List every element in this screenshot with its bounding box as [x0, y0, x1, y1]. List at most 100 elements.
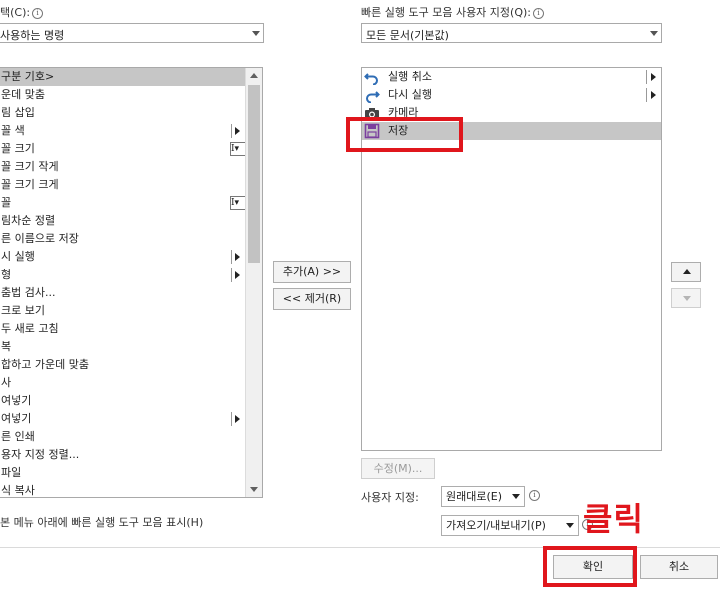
commands-list-scrollbar[interactable]	[245, 68, 262, 497]
add-button[interactable]: 추가(A) >>	[273, 261, 351, 283]
redo-icon	[364, 87, 380, 105]
command-label: 시 실행	[1, 250, 35, 263]
highlight-box-ok	[543, 546, 637, 587]
move-down-button[interactable]	[671, 288, 701, 308]
command-list-item[interactable]: 식 복사	[0, 482, 246, 497]
customize-toolbar-text: 빠른 실행 도구 모음 사용자 지정(Q):	[361, 6, 531, 19]
command-list-item[interactable]: 합하고 가운데 맞춤	[0, 356, 246, 374]
text-picker-icon: I▾	[230, 196, 246, 210]
command-list-item[interactable]: 크로 보기	[0, 302, 246, 320]
undo-icon	[364, 69, 380, 87]
chevron-right-icon	[235, 415, 240, 423]
customize-scope-value: 모든 문서(기본값)	[366, 29, 449, 42]
command-list-item[interactable]: 림 삽입	[0, 104, 246, 122]
command-list-item[interactable]: 운데 맞춤	[0, 86, 246, 104]
command-list-item[interactable]: 파일	[0, 464, 246, 482]
scroll-up-button[interactable]	[246, 68, 262, 84]
highlight-box-save	[346, 117, 463, 152]
submenu-divider	[231, 124, 232, 138]
command-label: 른 이름으로 저장	[1, 232, 79, 245]
customize-scope-dropdown[interactable]: 모든 문서(기본값)	[361, 23, 662, 43]
command-label: 꼴 크기	[1, 142, 35, 155]
command-list-item[interactable]: 사	[0, 374, 246, 392]
command-label: 복	[1, 340, 12, 353]
scroll-thumb[interactable]	[248, 85, 260, 263]
chevron-right-icon	[651, 91, 656, 99]
command-list-item[interactable]: 시 실행	[0, 248, 246, 266]
submenu-divider	[646, 88, 647, 102]
info-icon: i	[32, 8, 44, 19]
available-commands-list[interactable]: 구분 기호> 운데 맞춤림 삽입꼴 색꼴 크기 I▾ 꼴 크기 작게꼴 크기 크게꼴 I…	[0, 67, 263, 498]
submenu-divider	[231, 268, 232, 282]
choose-commands-text: 택(C):	[0, 6, 31, 19]
command-label: 운데 맞춤	[1, 88, 45, 101]
command-list-item[interactable]: 꼴 크기 크게	[0, 176, 246, 194]
command-label: 꼴	[1, 196, 12, 209]
chevron-right-icon	[235, 271, 240, 279]
move-up-button[interactable]	[671, 262, 701, 282]
show-below-ribbon-label[interactable]: 본 메뉴 아래에 빠른 실행 도구 모음 표시(H)	[0, 514, 203, 530]
command-label: 여넣기	[1, 394, 32, 407]
command-label: 림차순 정렬	[1, 214, 56, 227]
scroll-down-button[interactable]	[246, 481, 262, 497]
cancel-button[interactable]: 취소	[640, 555, 718, 579]
text-picker-icon: I▾	[230, 142, 246, 156]
submenu-divider	[231, 250, 232, 264]
modify-button[interactable]: 수정(M)...	[361, 458, 435, 479]
arrow-down-icon	[683, 296, 691, 301]
arrow-up-icon	[683, 269, 691, 274]
command-label: 용자 지정 정렬...	[1, 448, 80, 461]
command-list-item[interactable]: 여넣기	[0, 392, 246, 410]
command-list-item[interactable]: 꼴 크기 I▾	[0, 140, 246, 158]
toolbar-list-item[interactable]: 다시 실행	[362, 86, 661, 104]
command-list-item[interactable]: 복	[0, 338, 246, 356]
toolbar-list-item[interactable]: 실행 취소	[362, 68, 661, 86]
command-label: 꼴 크기 작게	[1, 160, 59, 173]
command-list-item[interactable]: 여넣기	[0, 410, 246, 428]
remove-button[interactable]: << 제거(R)	[273, 288, 351, 310]
toolbar-item-label: 실행 취소	[388, 70, 432, 83]
command-label: 식 복사	[1, 484, 35, 497]
submenu-divider	[646, 70, 647, 84]
command-label: 파일	[1, 466, 22, 479]
command-list-item[interactable]: 용자 지정 정렬...	[0, 446, 246, 464]
command-label: 사	[1, 376, 12, 389]
submenu-divider	[231, 412, 232, 426]
command-list-item[interactable]: 꼴 크기 작게	[0, 158, 246, 176]
user-custom-label: 사용자 지정:	[361, 491, 419, 504]
toolbar-item-label: 다시 실행	[388, 88, 432, 101]
command-list-item[interactable]: 른 이름으로 저장	[0, 230, 246, 248]
customize-toolbar-label: 빠른 실행 도구 모음 사용자 지정(Q): i	[361, 4, 544, 20]
chevron-right-icon	[235, 127, 240, 135]
arrow-up-icon	[250, 73, 258, 78]
arrow-down-icon	[250, 487, 258, 492]
command-list-item[interactable]: 꼴 I▾	[0, 194, 246, 212]
info-icon: i	[529, 490, 540, 501]
command-label: 꼴 색	[1, 124, 25, 137]
choose-commands-label: 택(C): i	[0, 4, 44, 20]
command-label: 크로 보기	[1, 304, 45, 317]
command-label: 림 삽입	[1, 106, 35, 119]
command-label: 구분 기호>	[1, 70, 55, 83]
command-label: 꼴 크기 크게	[1, 178, 59, 191]
command-label: 두 새로 고침	[1, 322, 59, 335]
import-export-dropdown[interactable]: 가져오기/내보내기(P)	[441, 515, 579, 536]
command-label: 형	[1, 268, 12, 281]
chevron-right-icon	[235, 253, 240, 261]
choose-commands-dropdown[interactable]: 사용하는 명령	[0, 23, 264, 43]
command-list-item[interactable]: 구분 기호>	[0, 68, 246, 86]
command-label: 여넣기	[1, 412, 32, 425]
click-annotation: 클릭	[583, 500, 644, 538]
reset-dropdown[interactable]: 원래대로(E)	[441, 486, 525, 507]
command-label: 춤법 검사...	[1, 286, 56, 299]
chevron-right-icon	[651, 73, 656, 81]
command-list-item[interactable]: 른 인쇄	[0, 428, 246, 446]
command-list-item[interactable]: 춤법 검사...	[0, 284, 246, 302]
command-list-item[interactable]: 림차순 정렬	[0, 212, 246, 230]
command-list-item[interactable]: 꼴 색	[0, 122, 246, 140]
info-icon: i	[533, 8, 544, 19]
command-list-item[interactable]: 형	[0, 266, 246, 284]
reset-label: 원래대로(E)	[446, 490, 503, 503]
import-export-label: 가져오기/내보내기(P)	[446, 519, 546, 532]
command-list-item[interactable]: 두 새로 고침	[0, 320, 246, 338]
